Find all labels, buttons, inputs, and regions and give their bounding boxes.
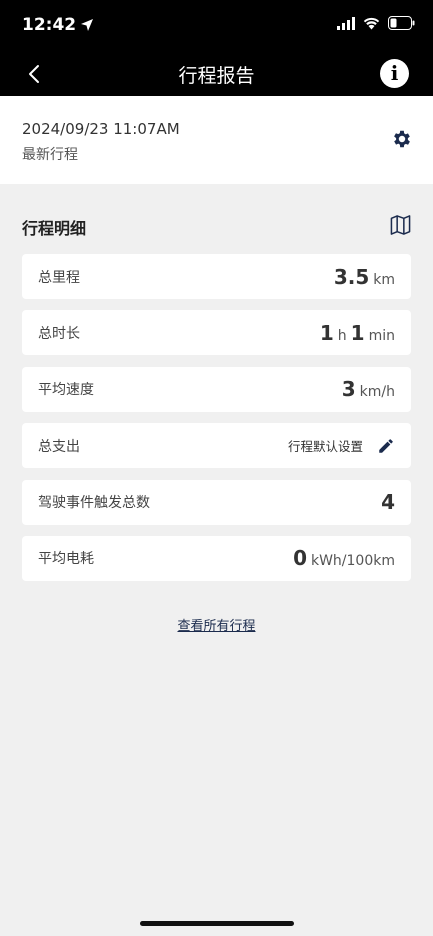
speed-unit: km/h bbox=[359, 384, 395, 401]
distance-unit: km bbox=[373, 271, 395, 288]
map-icon[interactable] bbox=[390, 214, 411, 236]
info-icon[interactable]: i bbox=[380, 59, 409, 88]
location-arrow-icon bbox=[81, 19, 94, 31]
trip-default-settings-button[interactable]: 行程默认设置 bbox=[288, 436, 395, 455]
row-driving-events: 驾驶事件触发总数 4 bbox=[22, 479, 411, 525]
row-label: 平均电耗 bbox=[38, 551, 94, 568]
consumption-unit: kWh/100km bbox=[310, 553, 395, 570]
row-average-consumption: 平均电耗 0 kWh/100km bbox=[22, 535, 411, 581]
wifi-icon bbox=[363, 17, 380, 29]
row-label: 总里程 bbox=[38, 269, 80, 286]
battery-icon bbox=[388, 16, 415, 30]
speed-value: 3 bbox=[341, 377, 356, 402]
events-value: 4 bbox=[381, 490, 395, 515]
minutes-unit: min bbox=[368, 327, 395, 344]
section-title: 行程明细 bbox=[22, 219, 87, 238]
duration-hours: 1 bbox=[319, 320, 334, 345]
gear-icon[interactable] bbox=[391, 128, 413, 150]
row-label: 总支出 bbox=[38, 438, 80, 455]
trip-header-card: 2024/09/23 11:07AM 最新行程 bbox=[0, 96, 433, 184]
status-icons bbox=[337, 16, 415, 30]
trip-default-settings-label: 行程默认设置 bbox=[287, 439, 363, 455]
home-indicator[interactable] bbox=[140, 921, 294, 926]
view-all-trips-link[interactable]: 查看所有行程 bbox=[0, 615, 433, 634]
duration-minutes: 1 bbox=[350, 320, 365, 345]
row-average-speed: 平均速度 3 km/h bbox=[22, 366, 411, 412]
row-total-distance: 总里程 3.5 km bbox=[22, 254, 411, 299]
row-total-duration: 总时长 1 h 1 min bbox=[22, 310, 411, 356]
trip-datetime: 2024/09/23 11:07AM bbox=[22, 120, 180, 138]
signal-icon bbox=[337, 16, 355, 30]
row-label: 平均速度 bbox=[38, 382, 94, 399]
row-total-expense[interactable]: 总支出 行程默认设置 bbox=[22, 423, 411, 469]
row-label: 总时长 bbox=[38, 325, 80, 342]
status-time: 12:42 bbox=[22, 15, 94, 35]
distance-value: 3.5 bbox=[333, 264, 370, 289]
trip-subtitle: 最新行程 bbox=[22, 147, 78, 163]
row-label: 驾驶事件触发总数 bbox=[38, 495, 150, 512]
page-title: 行程报告 bbox=[178, 65, 255, 87]
top-bar: 12:42 行程报告 i bbox=[0, 0, 433, 96]
trip-details-list: 总里程 3.5 km 总时长 1 h 1 min 平均速度 3 km/h 总支出… bbox=[22, 254, 411, 592]
pencil-icon[interactable] bbox=[377, 437, 395, 455]
hours-unit: h bbox=[337, 327, 347, 344]
consumption-value: 0 bbox=[293, 546, 307, 571]
clock-text: 12:42 bbox=[22, 15, 77, 35]
